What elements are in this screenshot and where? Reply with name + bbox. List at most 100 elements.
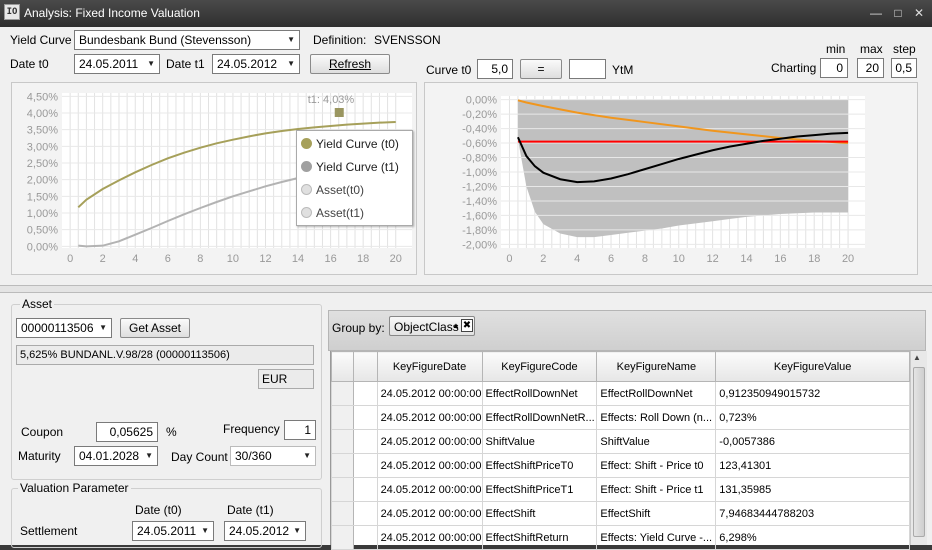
y-tick-label: -1,00%	[462, 167, 497, 179]
panel-splitter[interactable]	[0, 285, 932, 293]
coupon-label: Coupon	[21, 425, 64, 439]
legend-item[interactable]: Asset(t0)	[301, 183, 364, 199]
minimize-icon[interactable]: —	[868, 5, 884, 21]
table-row[interactable]: 24.05.2012 00:00:00 EffectShiftPriceT0 Eff…	[330, 453, 910, 478]
valuation-date-t1-label: Date (t1)	[227, 503, 274, 517]
keyfigurecode-cell: EffectShiftReturn	[481, 525, 598, 550]
curve-t0-input[interactable]: 5,0	[477, 59, 513, 79]
row-selector[interactable]	[330, 525, 355, 550]
x-tick-label: 0	[67, 253, 73, 265]
group-chip[interactable]: ObjectClass ▲ ✖	[389, 316, 475, 336]
marker-label: t1: 4,03%	[308, 94, 355, 106]
close-icon[interactable]: ✕	[911, 5, 927, 21]
keyfiguredate-cell: 24.05.2012 00:00:00	[376, 381, 483, 406]
curve-t0-label: Curve t0	[426, 63, 472, 77]
y-tick-label: -0,40%	[462, 124, 497, 136]
column-header-keyfigurecode[interactable]: KeyFigureCode	[481, 351, 598, 382]
maximize-icon[interactable]: □	[890, 5, 906, 21]
row-selector[interactable]	[330, 501, 355, 526]
grid-vertical-scrollbar[interactable]: ▲	[910, 351, 927, 545]
table-row[interactable]: 24.05.2012 00:00:00 EffectRollDownNet Effe…	[330, 381, 910, 406]
y-tick-label: 1,00%	[27, 208, 58, 220]
maturity-picker[interactable]: 04.01.2028 ▼	[74, 446, 158, 466]
sort-asc-icon[interactable]: ▲	[452, 321, 460, 330]
frequency-input[interactable]: 1	[284, 420, 316, 440]
table-row[interactable]: 24.05.2012 00:00:00 EffectShiftPriceT1 Eff…	[330, 477, 910, 502]
column-header-keyfigurename[interactable]: KeyFigureName	[596, 351, 717, 382]
legend-item[interactable]: Yield Curve (t0)	[301, 137, 399, 153]
valuation-group-title: Valuation Parameter	[18, 481, 131, 495]
asset-currency: EUR	[258, 369, 314, 389]
x-tick-label: 14	[740, 253, 752, 265]
refresh-button[interactable]: Refresh	[310, 54, 390, 74]
charting-min-input[interactable]: 0	[820, 58, 848, 78]
x-tick-label: 4	[574, 253, 580, 265]
settlement-t0-picker[interactable]: 24.05.2011 ▼	[132, 521, 214, 541]
legend-label: Asset(t0)	[316, 183, 365, 197]
settlement-t1-picker[interactable]: 24.05.2012 ▼	[224, 521, 306, 541]
day-count-label: Day Count	[171, 450, 228, 464]
table-row[interactable]: 24.05.2012 00:00:00 EffectRollDownNetR...…	[330, 405, 910, 430]
keyfigurename-cell: ShiftValue	[596, 429, 717, 454]
remove-group-icon[interactable]: ✖	[461, 319, 473, 332]
date-t1-value: 24.05.2012	[217, 57, 278, 71]
column-header-keyfiguredate[interactable]: KeyFigureDate	[376, 351, 483, 382]
x-tick-label: 6	[165, 253, 171, 265]
yield-curve-select[interactable]: Bundesbank Bund (Stevensson) ▼	[74, 30, 300, 50]
chevron-down-icon: ▼	[145, 451, 153, 460]
x-tick-label: 2	[540, 253, 546, 265]
valuation-date-t0-label: Date (t0)	[135, 503, 182, 517]
asset-description: 5,625% BUNDANL.V.98/28 (00000113506)	[16, 345, 314, 365]
legend-label: Asset(t1)	[316, 206, 365, 220]
charting-min-label: min	[826, 42, 846, 56]
charting-max-input[interactable]: 20	[857, 58, 884, 78]
scroll-up-icon[interactable]: ▲	[913, 353, 921, 362]
get-asset-button[interactable]: Get Asset	[120, 318, 190, 338]
keyfigurevalue-cell: 123,41301	[715, 453, 910, 478]
row-selector[interactable]	[330, 429, 355, 454]
x-tick-label: 12	[707, 253, 719, 265]
keyfigurename-cell: Effect: Shift - Price t1	[596, 477, 717, 502]
marker-point	[334, 108, 344, 117]
keyfiguredate-cell: 24.05.2012 00:00:00	[376, 405, 483, 430]
ytm-input[interactable]	[569, 59, 606, 79]
settlement-t1-value: 24.05.2012	[229, 524, 290, 538]
charting-label: Charting	[771, 61, 817, 75]
table-row[interactable]: 24.05.2012 00:00:00 ShiftValue ShiftValue -…	[330, 429, 910, 454]
asset-id-select[interactable]: 00000113506 ▼	[16, 318, 112, 338]
keyfigurecode-cell: EffectShiftPriceT1	[481, 477, 598, 502]
column-header-keyfigurevalue[interactable]: KeyFigureValue	[715, 351, 910, 382]
legend-label: Yield Curve (t0)	[316, 137, 399, 151]
date-t1-label: Date t1	[166, 57, 205, 71]
y-tick-label: -1,80%	[462, 225, 497, 237]
keyfigurename-cell: Effects: Roll Down (n...	[596, 405, 717, 430]
row-selector[interactable]	[330, 381, 355, 406]
equals-button[interactable]: =	[520, 59, 562, 79]
settlement-label: Settlement	[20, 524, 78, 538]
effect-chart-panel: 0,00% -0,20% -0,40% -0,60% -0,80% -1,00% -1,20…	[424, 82, 918, 275]
row-selector[interactable]	[330, 453, 355, 478]
legend-dot-icon	[301, 161, 312, 172]
date-t0-picker[interactable]: 24.05.2011 ▼	[74, 54, 160, 74]
legend-item[interactable]: Asset(t1)	[301, 206, 364, 222]
scrollbar-thumb[interactable]	[913, 367, 925, 537]
keyfigurecode-cell: EffectShiftPriceT0	[481, 453, 598, 478]
charting-step-input[interactable]: 0,5	[891, 58, 917, 78]
row-selector[interactable]	[330, 405, 355, 430]
row-selector[interactable]	[330, 477, 355, 502]
legend-label: Yield Curve (t1)	[316, 160, 399, 174]
x-tick-label: 6	[608, 253, 614, 265]
table-row[interactable]: 24.05.2012 00:00:00 EffectShift EffectShif…	[330, 501, 910, 526]
coupon-input[interactable]: 0,05625	[96, 422, 158, 442]
x-tick-label: 18	[808, 253, 820, 265]
y-tick-label: 4,00%	[27, 108, 58, 120]
x-tick-label: 4	[132, 253, 138, 265]
y-tick-label: -1,20%	[462, 181, 497, 193]
maturity-value: 04.01.2028	[79, 449, 140, 463]
date-t1-picker[interactable]: 24.05.2012 ▼	[212, 54, 300, 74]
keyfigurevalue-cell: 7,94683444788203	[715, 501, 910, 526]
legend-item[interactable]: Yield Curve (t1)	[301, 160, 399, 176]
day-count-select[interactable]: 30/360 ▼	[230, 446, 316, 466]
frequency-label: Frequency	[223, 422, 280, 436]
table-row[interactable]: 24.05.2012 00:00:00 EffectShiftReturn Effe…	[330, 525, 910, 550]
